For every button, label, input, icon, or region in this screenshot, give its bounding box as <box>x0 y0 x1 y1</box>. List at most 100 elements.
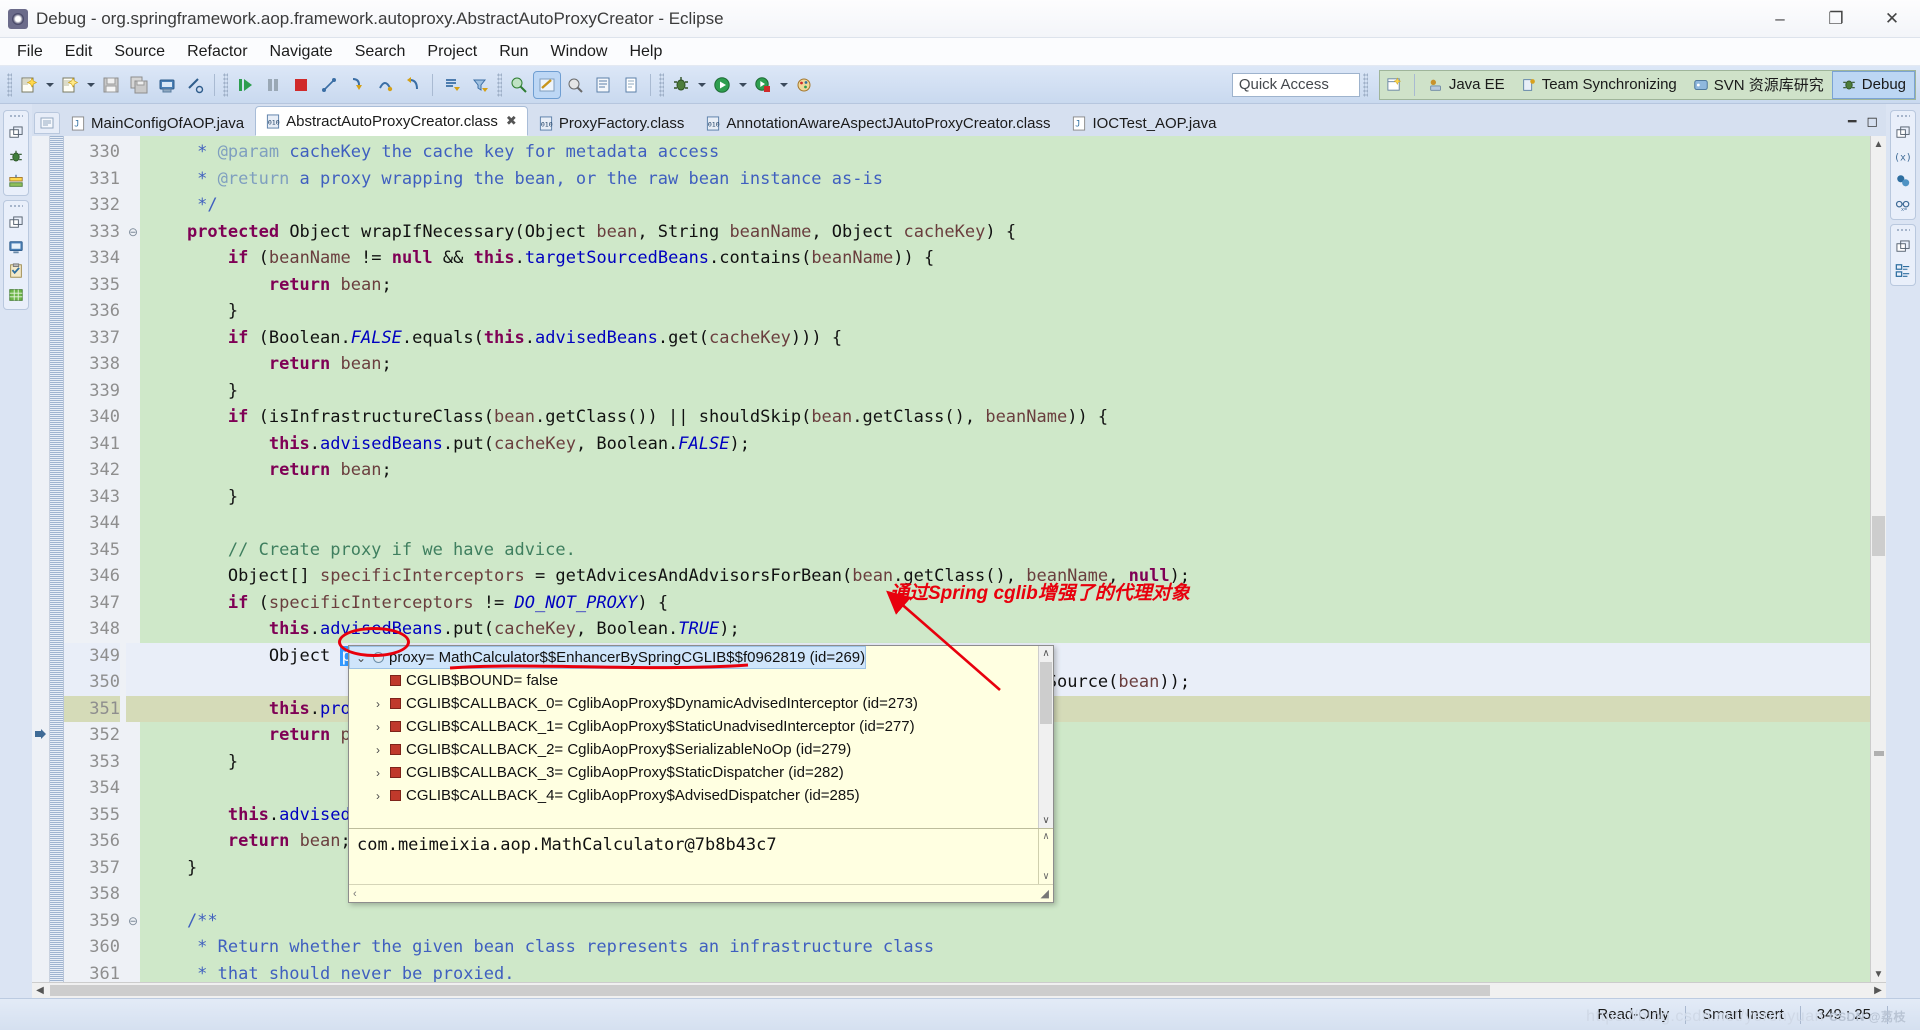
debug-view-icon[interactable] <box>7 148 25 166</box>
variable-tree[interactable]: ∧ ∨ ⌄ proxy= MathCalculator$$EnhancerBySp… <box>349 646 1053 828</box>
next-annotation-icon[interactable] <box>618 72 644 98</box>
editor-vertical-scrollbar[interactable]: ▲ ▼ <box>1870 136 1886 982</box>
variable-row[interactable]: › CGLIB$CALLBACK_1= CglibAopProxy$StaticU… <box>367 715 1053 738</box>
scrollbar-thumb[interactable] <box>1040 662 1052 724</box>
rail-grip[interactable] <box>1896 228 1910 232</box>
drop-to-frame-icon[interactable] <box>439 72 465 98</box>
menu-edit[interactable]: Edit <box>54 40 104 64</box>
code-line[interactable]: return bean; <box>140 351 1870 378</box>
open-type-icon[interactable] <box>506 72 532 98</box>
hscrollbar-thumb[interactable] <box>50 985 1490 996</box>
data-source-explorer-icon[interactable] <box>7 286 25 304</box>
editor-marker-bar[interactable] <box>32 136 50 982</box>
minimize-editor-icon[interactable]: ━ <box>1848 113 1856 130</box>
code-line[interactable]: * Return whether the given bean class re… <box>140 934 1870 961</box>
variable-row[interactable]: › CGLIB$CALLBACK_2= CglibAopProxy$Seriali… <box>367 738 1053 761</box>
menu-help[interactable]: Help <box>618 40 673 64</box>
scroll-right-icon[interactable]: ▶ <box>1870 985 1886 996</box>
editor-tab-mainconfigofaop[interactable]: J MainConfigOfAOP.java <box>60 110 255 136</box>
toolbar-grip[interactable] <box>659 72 664 97</box>
scrollbar-thumb[interactable] <box>1872 516 1885 556</box>
perspective-team-synchronizing[interactable]: Team Synchronizing <box>1513 71 1685 99</box>
menu-run[interactable]: Run <box>488 40 539 64</box>
open-perspective-icon[interactable] <box>1380 71 1409 99</box>
editor-tab-abstractautoproxycreator[interactable]: 010 AbstractAutoProxyCreator.class ✖ <box>255 106 528 136</box>
run-dropdown-arrow[interactable] <box>736 72 749 98</box>
code-line[interactable]: * @param cacheKey the cache key for meta… <box>140 139 1870 166</box>
rail-grip[interactable] <box>9 204 23 208</box>
variable-row[interactable]: ⌄ proxy= MathCalculator$$EnhancerBySpring… <box>349 646 867 669</box>
new-java-project-icon[interactable] <box>533 70 561 99</box>
code-line[interactable]: /** <box>140 908 1870 935</box>
expand-twisty-icon[interactable]: › <box>371 766 385 780</box>
variable-row[interactable]: › CGLIB$CALLBACK_3= CglibAopProxy$StaticD… <box>367 761 1053 784</box>
save-icon[interactable] <box>98 72 124 98</box>
close-button[interactable]: ✕ <box>1864 0 1920 37</box>
new-wizard-icon[interactable] <box>16 72 42 98</box>
expressions-view-icon[interactable]: x= <box>1894 196 1912 214</box>
scroll-down-icon[interactable]: ∨ <box>1043 871 1049 882</box>
external-tools-icon[interactable] <box>791 72 817 98</box>
expand-twisty-icon[interactable]: › <box>371 789 385 803</box>
scroll-up-icon[interactable]: ▲ <box>1871 136 1886 152</box>
perspective-java-ee[interactable]: Java EE <box>1420 71 1513 99</box>
toolbar-grip[interactable] <box>223 72 228 97</box>
close-icon[interactable]: ✖ <box>506 113 517 129</box>
breakpoints-view-icon[interactable] <box>1894 172 1912 190</box>
scroll-left-icon[interactable]: ◀ <box>32 985 48 996</box>
debug-dropdown-arrow[interactable] <box>695 72 708 98</box>
code-line[interactable] <box>140 510 1870 537</box>
debug-icon[interactable] <box>668 72 694 98</box>
resume-icon[interactable] <box>232 72 258 98</box>
scroll-down-icon[interactable]: ▼ <box>1871 966 1886 982</box>
code-line[interactable]: } <box>140 298 1870 325</box>
perspective-svn[interactable]: SVN 资源库研究 <box>1685 71 1832 99</box>
code-line[interactable]: protected Object wrapIfNecessary(Object … <box>140 219 1870 246</box>
new-wizard-dropdown-arrow[interactable] <box>43 72 56 98</box>
fold-toggle-icon[interactable]: ⊖ <box>126 219 140 246</box>
restore-icon[interactable] <box>7 214 25 232</box>
step-return-icon[interactable] <box>400 72 426 98</box>
popup-horizontal-scrollbar[interactable]: ‹ ◢ <box>349 884 1053 902</box>
outline-view-icon[interactable] <box>1894 262 1912 280</box>
code-line[interactable]: return bean; <box>140 457 1870 484</box>
variable-row[interactable]: › CGLIB$CALLBACK_4= CglibAopProxy$Advised… <box>367 784 1053 807</box>
code-line[interactable]: // Create proxy if we have advice. <box>140 537 1870 564</box>
rail-grip[interactable] <box>1896 114 1910 118</box>
minimize-button[interactable]: – <box>1752 0 1808 37</box>
run-icon[interactable] <box>709 72 735 98</box>
expand-twisty-icon[interactable]: › <box>371 697 385 711</box>
menu-project[interactable]: Project <box>416 40 488 64</box>
code-line[interactable]: this.advisedBeans.put(cacheKey, Boolean.… <box>140 431 1870 458</box>
variable-row[interactable]: › CGLIB$CALLBACK_0= CglibAopProxy$Dynamic… <box>367 692 1053 715</box>
restore-icon[interactable] <box>1894 238 1912 256</box>
maximize-editor-icon[interactable]: ◻ <box>1866 113 1878 130</box>
coverage-icon[interactable] <box>750 72 776 98</box>
variables-view-icon[interactable]: (x)= <box>1894 148 1912 166</box>
debug-variable-popup[interactable]: ∧ ∨ ⌄ proxy= MathCalculator$$EnhancerBySp… <box>348 645 1054 903</box>
code-line[interactable]: return bean; <box>140 272 1870 299</box>
print-icon[interactable] <box>154 72 180 98</box>
editor-tab-list-icon[interactable] <box>34 112 60 134</box>
perspective-grip[interactable] <box>1362 72 1368 97</box>
editor-horizontal-scrollbar[interactable]: ◀ ▶ <box>32 982 1886 998</box>
menu-navigate[interactable]: Navigate <box>259 40 344 64</box>
toolbar-grip[interactable] <box>497 72 502 97</box>
code-line[interactable]: * @return a proxy wrapping the bean, or … <box>140 166 1870 193</box>
step-over-icon[interactable] <box>372 72 398 98</box>
servers-view-icon[interactable] <box>7 172 25 190</box>
code-line[interactable]: */ <box>140 192 1870 219</box>
code-line[interactable]: if (isInfrastructureClass(bean.getClass(… <box>140 404 1870 431</box>
scroll-down-icon[interactable]: ∨ <box>1039 813 1053 828</box>
code-line[interactable]: * that should never be proxied. <box>140 961 1870 983</box>
editor-tab-ioctest-aop[interactable]: J IOCTest_AOP.java <box>1061 110 1227 136</box>
variable-detail-pane[interactable]: com.meimeixia.aop.MathCalculator@7b8b43c… <box>349 828 1053 884</box>
toggle-comment-icon[interactable] <box>182 72 208 98</box>
scroll-up-icon[interactable]: ∧ <box>1043 831 1049 842</box>
coverage-dropdown-arrow[interactable] <box>777 72 790 98</box>
menu-window[interactable]: Window <box>540 40 619 64</box>
scroll-up-icon[interactable]: ∧ <box>1039 646 1053 661</box>
disconnect-icon[interactable] <box>316 72 342 98</box>
suspend-icon[interactable] <box>260 72 286 98</box>
code-line[interactable]: if (beanName != null && this.targetSourc… <box>140 245 1870 272</box>
